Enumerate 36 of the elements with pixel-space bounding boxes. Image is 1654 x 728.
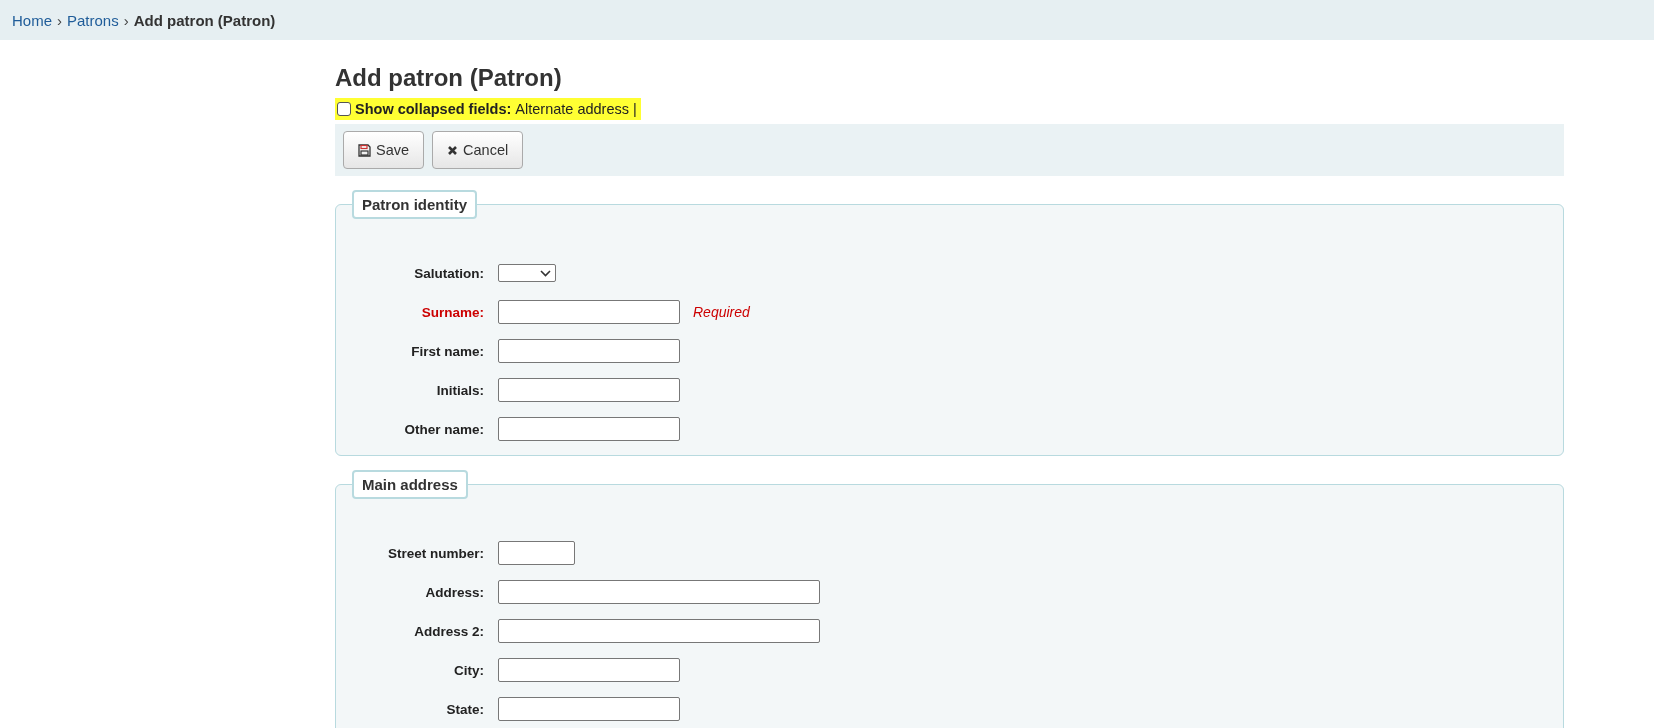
collapsed-fields-label: Show collapsed fields: (355, 101, 512, 117)
breadcrumb-separator: › (57, 11, 62, 29)
text-field[interactable] (498, 697, 680, 721)
field-label: Address: (424, 584, 485, 600)
save-button[interactable]: Save (343, 131, 425, 169)
checkbox[interactable] (337, 102, 351, 116)
section-legend: Main address (352, 470, 468, 499)
cancel-button[interactable]: Cancel (432, 131, 524, 169)
breadcrumb-separator: › (123, 11, 129, 29)
field-label: City: (453, 662, 485, 678)
field-label: First name: (410, 343, 485, 359)
chevron-down-icon (540, 269, 551, 277)
field-label: Salutation: (413, 265, 485, 281)
breadcrumb-link[interactable]: Patrons (67, 11, 119, 29)
text-field[interactable] (498, 658, 680, 682)
page-title: Add patron (Patron) (335, 64, 563, 92)
close-icon (447, 144, 459, 156)
text-field[interactable] (498, 339, 680, 363)
breadcrumb-link[interactable]: Home (12, 11, 52, 29)
field-label: Address 2: (413, 623, 485, 639)
collapsed-section-link[interactable]: Alternate address | (515, 101, 637, 117)
field-label: Surname: (420, 304, 485, 320)
breadcrumb-current: Add patron (Patron) (133, 11, 276, 29)
dropdown[interactable] (498, 264, 556, 282)
section-legend: Patron identity (352, 190, 477, 219)
field-label: State: (445, 701, 485, 717)
text-field[interactable] (498, 378, 680, 402)
text-field[interactable] (498, 619, 820, 643)
text-field[interactable] (498, 541, 575, 565)
required-note: Required (693, 304, 750, 320)
field-label: Street number: (386, 545, 485, 561)
field-label: Initials: (435, 382, 485, 398)
text-field[interactable] (498, 580, 820, 604)
field-label: Other name: (403, 421, 485, 437)
text-field[interactable] (498, 417, 680, 441)
text-field[interactable] (498, 300, 680, 324)
